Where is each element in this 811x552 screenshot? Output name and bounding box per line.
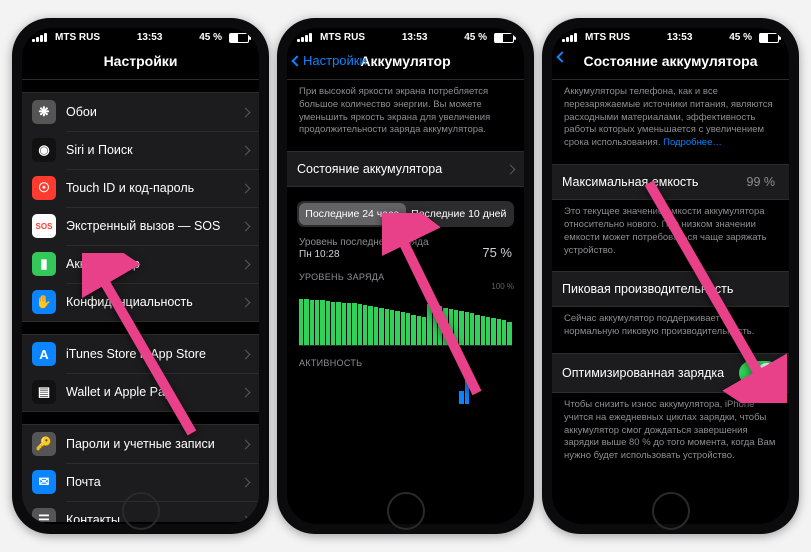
peak-desc: Сейчас аккумулятор поддерживает нормальн…	[552, 307, 789, 341]
settings-row-battery[interactable]: ▮ Аккумулятор	[22, 245, 259, 283]
screen-battery: MTS RUS 13:53 45 % Настройки Аккумулятор…	[287, 28, 524, 524]
siri-icon: ◉	[32, 138, 56, 162]
chevron-right-icon	[241, 349, 251, 359]
wallet-icon: ▤	[32, 380, 56, 404]
settings-row-hand[interactable]: ✋ Конфиденциальность	[22, 283, 259, 321]
finger-icon: ☉	[32, 176, 56, 200]
home-button[interactable]	[387, 492, 425, 530]
chevron-right-icon	[241, 297, 251, 307]
last-charge-label: Уровень последнего заряда	[299, 237, 429, 248]
settings-row-siri[interactable]: ◉ Siri и Поиск	[22, 131, 259, 169]
contacts-icon: ☰	[32, 508, 56, 522]
peak-performance-row: Пиковая производительность	[552, 272, 789, 306]
last-charge-value: 75 %	[482, 245, 512, 260]
chevron-right-icon	[241, 145, 251, 155]
row-label: Wallet и Apple Pay	[66, 385, 242, 399]
chevron-right-icon	[241, 183, 251, 193]
nav-header: Настройки Аккумулятор	[287, 45, 524, 80]
carrier: MTS RUS	[55, 32, 100, 43]
learn-more-link[interactable]: Подробнее…	[663, 137, 722, 148]
home-button[interactable]	[122, 492, 160, 530]
back-button[interactable]	[558, 53, 566, 61]
battery-icon: ▮	[32, 252, 56, 276]
row-label: iTunes Store и App Store	[66, 347, 242, 361]
chevron-right-icon	[241, 221, 251, 231]
settings-row-finger[interactable]: ☉ Touch ID и код-пароль	[22, 169, 259, 207]
settings-row-wallet[interactable]: ▤ Wallet и Apple Pay	[22, 373, 259, 411]
battery-icon	[759, 33, 779, 43]
intro-text: Аккумуляторы телефона, как и все перезар…	[552, 80, 789, 152]
battery-icon	[229, 33, 249, 43]
phone-frame: MTS RUS 13:53 45 % Настройки Аккумулятор…	[277, 18, 534, 534]
row-label: Пароли и учетные записи	[66, 437, 242, 451]
hand-icon: ✋	[32, 290, 56, 314]
phone-frame: MTS RUS 13:53 45 % Настройки ❋ Обои ◉ Siri …	[12, 18, 269, 534]
page-title: Состояние аккумулятора	[558, 53, 783, 69]
status-bar: MTS RUS 13:53 45 %	[22, 28, 259, 45]
status-bar: MTS RUS 13:53 45 %	[552, 28, 789, 45]
battery-pct: 45 %	[199, 32, 222, 43]
row-label: Touch ID и код-пароль	[66, 181, 242, 195]
charge-level-chart: 100 %	[299, 286, 512, 346]
chevron-right-icon	[241, 107, 251, 117]
optimized-desc: Чтобы снизить износ аккумулятора, iPhone…	[552, 393, 789, 465]
brightness-hint: При высокой яркости экрана потребляется …	[287, 80, 524, 139]
row-label: Обои	[66, 105, 242, 119]
screen-settings: MTS RUS 13:53 45 % Настройки ❋ Обои ◉ Siri …	[22, 28, 259, 524]
last-charge-time: Пн 10:28	[299, 249, 429, 260]
flower-icon: ❋	[32, 100, 56, 124]
chevron-right-icon	[506, 164, 516, 174]
optimized-charging-row[interactable]: Оптимизированная зарядка	[552, 354, 789, 392]
page-title: Настройки	[28, 53, 253, 69]
nav-header: Состояние аккумулятора	[552, 45, 789, 80]
chevron-right-icon	[241, 439, 251, 449]
row-label: Siri и Поиск	[66, 143, 242, 157]
screen-battery-health: MTS RUS 13:53 45 % Состояние аккумулятор…	[552, 28, 789, 524]
row-label: Аккумулятор	[66, 257, 242, 271]
status-bar: MTS RUS 13:53 45 %	[287, 28, 524, 45]
home-button[interactable]	[652, 492, 690, 530]
phone-frame: MTS RUS 13:53 45 % Состояние аккумулятор…	[542, 18, 799, 534]
section-charge-level: УРОВЕНЬ ЗАРЯДА	[299, 272, 512, 282]
settings-row-itunes[interactable]: AiTunes Store и App Store	[22, 335, 259, 373]
segment-24h[interactable]: Последние 24 часа	[299, 203, 406, 225]
clock: 13:53	[137, 32, 163, 43]
row-label: Почта	[66, 475, 242, 489]
settings-row-flower[interactable]: ❋ Обои	[22, 93, 259, 131]
chevron-right-icon	[241, 477, 251, 487]
section-activity: АКТИВНОСТЬ	[299, 358, 512, 368]
time-range-segment[interactable]: Последние 24 часа Последние 10 дней	[297, 201, 514, 227]
chevron-right-icon	[241, 387, 251, 397]
settings-row-key[interactable]: 🔑 Пароли и учетные записи	[22, 425, 259, 463]
mail-icon: ✉	[32, 470, 56, 494]
max-capacity-row: Максимальная емкость 99 %	[552, 165, 789, 199]
chevron-left-icon	[291, 55, 302, 66]
capacity-desc: Это текущее значение емкости аккумулятор…	[552, 200, 789, 259]
segment-10d[interactable]: Последние 10 дней	[406, 203, 513, 225]
back-button[interactable]: Настройки	[293, 53, 367, 68]
itunes-icon: A	[32, 342, 56, 366]
activity-chart	[299, 372, 512, 404]
settings-row-sos[interactable]: SOS Экстренный вызов — SOS	[22, 207, 259, 245]
chevron-right-icon	[241, 515, 251, 522]
key-icon: 🔑	[32, 432, 56, 456]
max-capacity-value: 99 %	[747, 175, 776, 189]
nav-header: Настройки	[22, 45, 259, 80]
battery-health-row[interactable]: Состояние аккумулятора	[287, 152, 524, 186]
row-label: Экстренный вызов — SOS	[66, 219, 242, 233]
optimized-charging-toggle[interactable]	[739, 361, 779, 385]
row-label: Конфиденциальность	[66, 295, 242, 309]
chevron-right-icon	[241, 259, 251, 269]
sos-icon: SOS	[32, 214, 56, 238]
battery-icon	[494, 33, 514, 43]
chevron-left-icon	[556, 51, 567, 62]
